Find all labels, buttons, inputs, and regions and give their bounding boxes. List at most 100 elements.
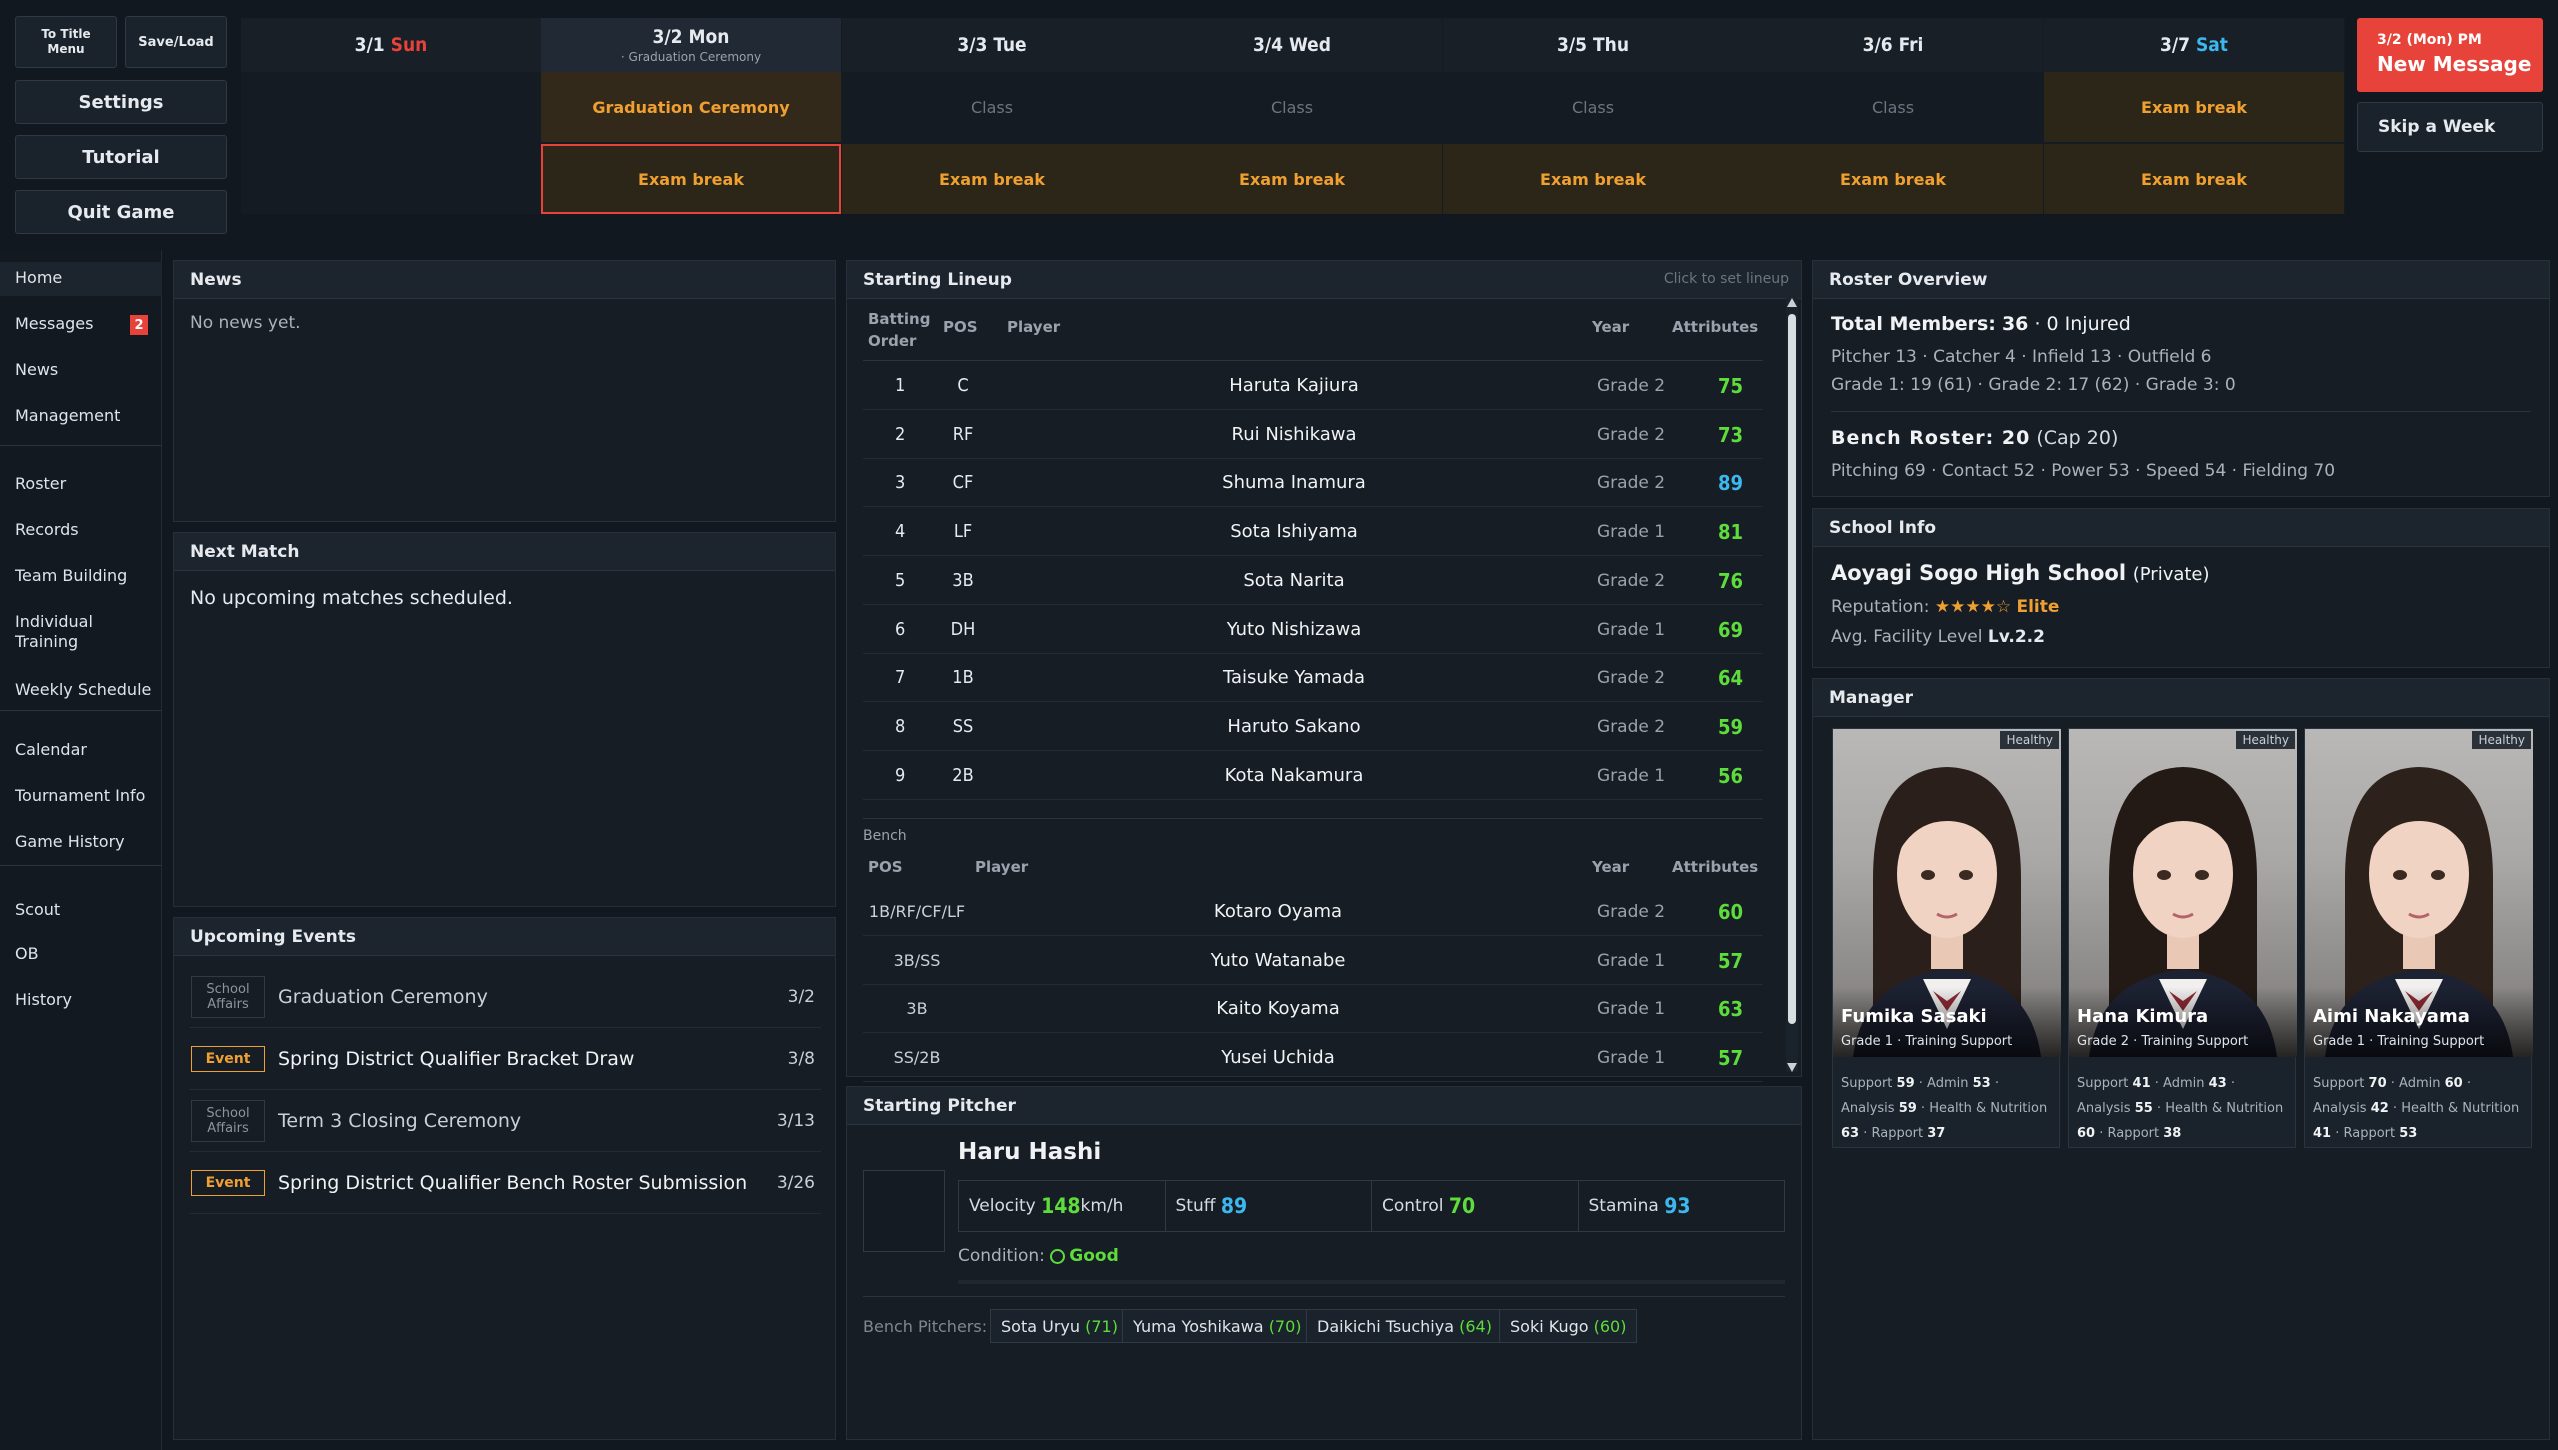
to-title-button[interactable]: To Title Menu xyxy=(15,16,117,68)
schedule-slot[interactable]: Class xyxy=(1443,72,1743,142)
bench-pitcher-chip[interactable]: Daikichi Tsuchiya (64) xyxy=(1306,1309,1503,1343)
sidebar-item-calendar[interactable]: Calendar xyxy=(0,740,162,760)
schedule-slot[interactable] xyxy=(241,144,541,214)
event-row[interactable]: Event Spring District Qualifier Bracket … xyxy=(189,1028,821,1090)
schedule-slot[interactable]: Graduation Ceremony xyxy=(541,72,841,142)
sidebar-item-history[interactable]: History xyxy=(0,990,162,1010)
lineup-row[interactable]: 1 C Haruta Kajiura Grade 2 75 xyxy=(863,362,1763,410)
stuff-value: 89 xyxy=(1220,1194,1248,1218)
sidebar-item-records[interactable]: Records xyxy=(0,520,162,540)
lineup-row[interactable]: 4 LF Sota Ishiyama Grade 1 81 xyxy=(863,508,1763,557)
player-attributes: 75 xyxy=(1717,374,1743,398)
bench-pitcher-chip[interactable]: Soki Kugo (60) xyxy=(1499,1309,1638,1343)
calendar-day-header: 3/7 Sat xyxy=(2044,18,2344,72)
schedule-slot[interactable]: Exam break xyxy=(1743,144,2043,214)
bench-pitcher-chip[interactable]: Sota Uryu (71) xyxy=(990,1309,1129,1343)
schedule-slot[interactable]: Class xyxy=(1743,72,2043,142)
calendar-day[interactable]: 3/3 Tue Class Exam break xyxy=(842,18,1142,214)
lineup-row[interactable]: 2 RF Rui Nishikawa Grade 2 73 xyxy=(863,411,1763,459)
slot-label: Exam break xyxy=(939,169,1045,189)
lineup-row[interactable]: 5 3B Sota Narita Grade 2 76 xyxy=(863,557,1763,605)
control-label: Control xyxy=(1382,1196,1444,1216)
roster-positions: Pitcher 13 · Catcher 4 · Infield 13 · Ou… xyxy=(1831,347,2212,367)
scroll-up-icon[interactable] xyxy=(1787,298,1797,307)
manager-role: Grade 2 · Training Support xyxy=(2077,1034,2249,1049)
lineup-row[interactable]: 3 CF Shuma Inamura Grade 2 89 xyxy=(863,459,1763,508)
bench-row[interactable]: 3B/SS Yuto Watanabe Grade 1 57 xyxy=(863,937,1763,985)
player-pos: RF xyxy=(952,423,974,445)
health-status: Healthy xyxy=(2000,731,2059,749)
scroll-down-icon[interactable] xyxy=(1787,1063,1797,1072)
event-row[interactable]: School Affairs Term 3 Closing Ceremony 3… xyxy=(189,1090,821,1152)
manager-card[interactable]: Healthy Aimi Nakayama Grade 1 · Training… xyxy=(2304,728,2533,1148)
calendar-day[interactable]: 3/6 Fri Class Exam break xyxy=(1743,18,2043,214)
lineup-scrollbar[interactable] xyxy=(1786,298,1798,1072)
schedule-slot[interactable]: Exam break xyxy=(1142,144,1442,214)
schedule-slot[interactable]: Class xyxy=(842,72,1142,142)
lineup-row[interactable]: 8 SS Haruto Sakano Grade 2 59 xyxy=(863,703,1763,751)
event-row[interactable]: Event Spring District Qualifier Bench Ro… xyxy=(189,1152,821,1214)
sidebar-item-home[interactable]: Home xyxy=(0,268,162,288)
sidebar-item-tournament-info[interactable]: Tournament Info xyxy=(0,786,162,806)
bench-row[interactable]: 1B/RF/CF/LF Kotaro Oyama Grade 2 60 xyxy=(863,888,1763,936)
sidebar-item-game-history[interactable]: Game History xyxy=(0,832,162,852)
calendar-day[interactable]: 3/7 Sat Exam break Exam break xyxy=(2044,18,2344,214)
pitcher-divider xyxy=(958,1280,1785,1284)
calendar-day[interactable]: 3/1 Sun xyxy=(241,18,541,214)
bench-pitcher-name: Sota Uryu xyxy=(1001,1316,1081,1336)
calendar-day[interactable]: 3/5 Thu Class Exam break xyxy=(1443,18,1743,214)
stamina-stat: Stamina 93 xyxy=(1579,1181,1785,1231)
quit-game-button[interactable]: Quit Game xyxy=(15,190,227,234)
schedule-slot[interactable]: Exam break xyxy=(2044,72,2344,142)
injured-count: · 0 Injured xyxy=(2034,313,2131,335)
sidebar-item-weekly-schedule[interactable]: Weekly Schedule xyxy=(0,680,162,700)
bench-row[interactable]: 3B Kaito Koyama Grade 1 63 xyxy=(863,985,1763,1034)
skip-week-button[interactable]: Skip a Week xyxy=(2357,102,2543,152)
player-pos: C xyxy=(957,375,969,396)
sidebar-item-ob[interactable]: OB xyxy=(0,944,162,964)
manager-card[interactable]: Healthy Hana Kimura Grade 2 · Training S… xyxy=(2068,728,2297,1148)
sidebar-item-roster[interactable]: Roster xyxy=(0,474,162,494)
school-name-row: Aoyagi Sogo High School (Private) xyxy=(1831,561,2210,585)
calendar-day[interactable]: 3/4 Wed Class Exam break xyxy=(1142,18,1442,214)
day-of-week: Thu xyxy=(1592,34,1629,56)
schedule-slot[interactable]: Exam break xyxy=(1443,144,1743,214)
schedule-slot[interactable]: Class xyxy=(1142,72,1442,142)
message-title: New Message xyxy=(2377,52,2532,76)
lineup-row[interactable]: 6 DH Yuto Nishizawa Grade 1 69 xyxy=(863,606,1763,654)
lineup-hint: Click to set lineup xyxy=(1663,271,1789,287)
event-name: Spring District Qualifier Bracket Draw xyxy=(278,1048,635,1070)
calendar-day-header: 3/5 Thu xyxy=(1443,18,1743,72)
analysis-value: 42 xyxy=(2370,1101,2389,1116)
scrollbar-thumb[interactable] xyxy=(1788,314,1796,1024)
next-match-panel: Next Match No upcoming matches scheduled… xyxy=(173,532,836,907)
player-name: Haruto Sakano xyxy=(1227,715,1361,737)
sidebar-item-management[interactable]: Management xyxy=(0,406,162,426)
event-name: Graduation Ceremony xyxy=(278,986,488,1008)
lineup-row[interactable]: 9 2B Kota Nakamura Grade 1 56 xyxy=(863,752,1763,800)
sidebar-item-team-building[interactable]: Team Building xyxy=(0,566,162,586)
schedule-slot[interactable] xyxy=(241,72,541,142)
schedule-slot[interactable]: Exam break xyxy=(2044,144,2344,214)
new-message-button[interactable]: 3/2 (Mon) PM New Message xyxy=(2357,18,2543,92)
schedule-slot[interactable]: Exam break xyxy=(541,144,841,214)
sidebar-item-individual-training[interactable]: Individual Training xyxy=(0,612,110,652)
bench-player-name: Yusei Uchida xyxy=(1221,1047,1335,1069)
event-row[interactable]: School Affairs Graduation Ceremony 3/2 xyxy=(189,966,821,1028)
tutorial-button[interactable]: Tutorial xyxy=(15,135,227,179)
save-load-button[interactable]: Save/Load xyxy=(125,16,227,68)
settings-button[interactable]: Settings xyxy=(15,80,227,124)
condition-good-icon xyxy=(1050,1248,1066,1264)
sidebar-item-news[interactable]: News xyxy=(0,360,162,380)
lineup-row[interactable]: 7 1B Taisuke Yamada Grade 2 64 xyxy=(863,654,1763,703)
event-tag: School Affairs xyxy=(191,976,265,1018)
manager-card[interactable]: Healthy Fumika Sasaki Grade 1 · Training… xyxy=(1832,728,2061,1148)
bench-row[interactable]: SS/2B Yusei Uchida Grade 1 57 xyxy=(863,1034,1763,1083)
bench-pitcher-chip[interactable]: Yuma Yoshikawa (70) xyxy=(1122,1309,1313,1343)
calendar-day[interactable]: 3/2 Mon · Graduation Ceremony Graduation… xyxy=(541,18,841,214)
schedule-slot[interactable]: Exam break xyxy=(842,144,1142,214)
player-year: Grade 2 xyxy=(1597,424,1666,445)
sidebar-item-scout[interactable]: Scout xyxy=(0,900,162,920)
bench-player-attributes: 57 xyxy=(1717,1046,1743,1071)
reputation-stars-icon: ★★★★☆ xyxy=(1934,597,2012,617)
